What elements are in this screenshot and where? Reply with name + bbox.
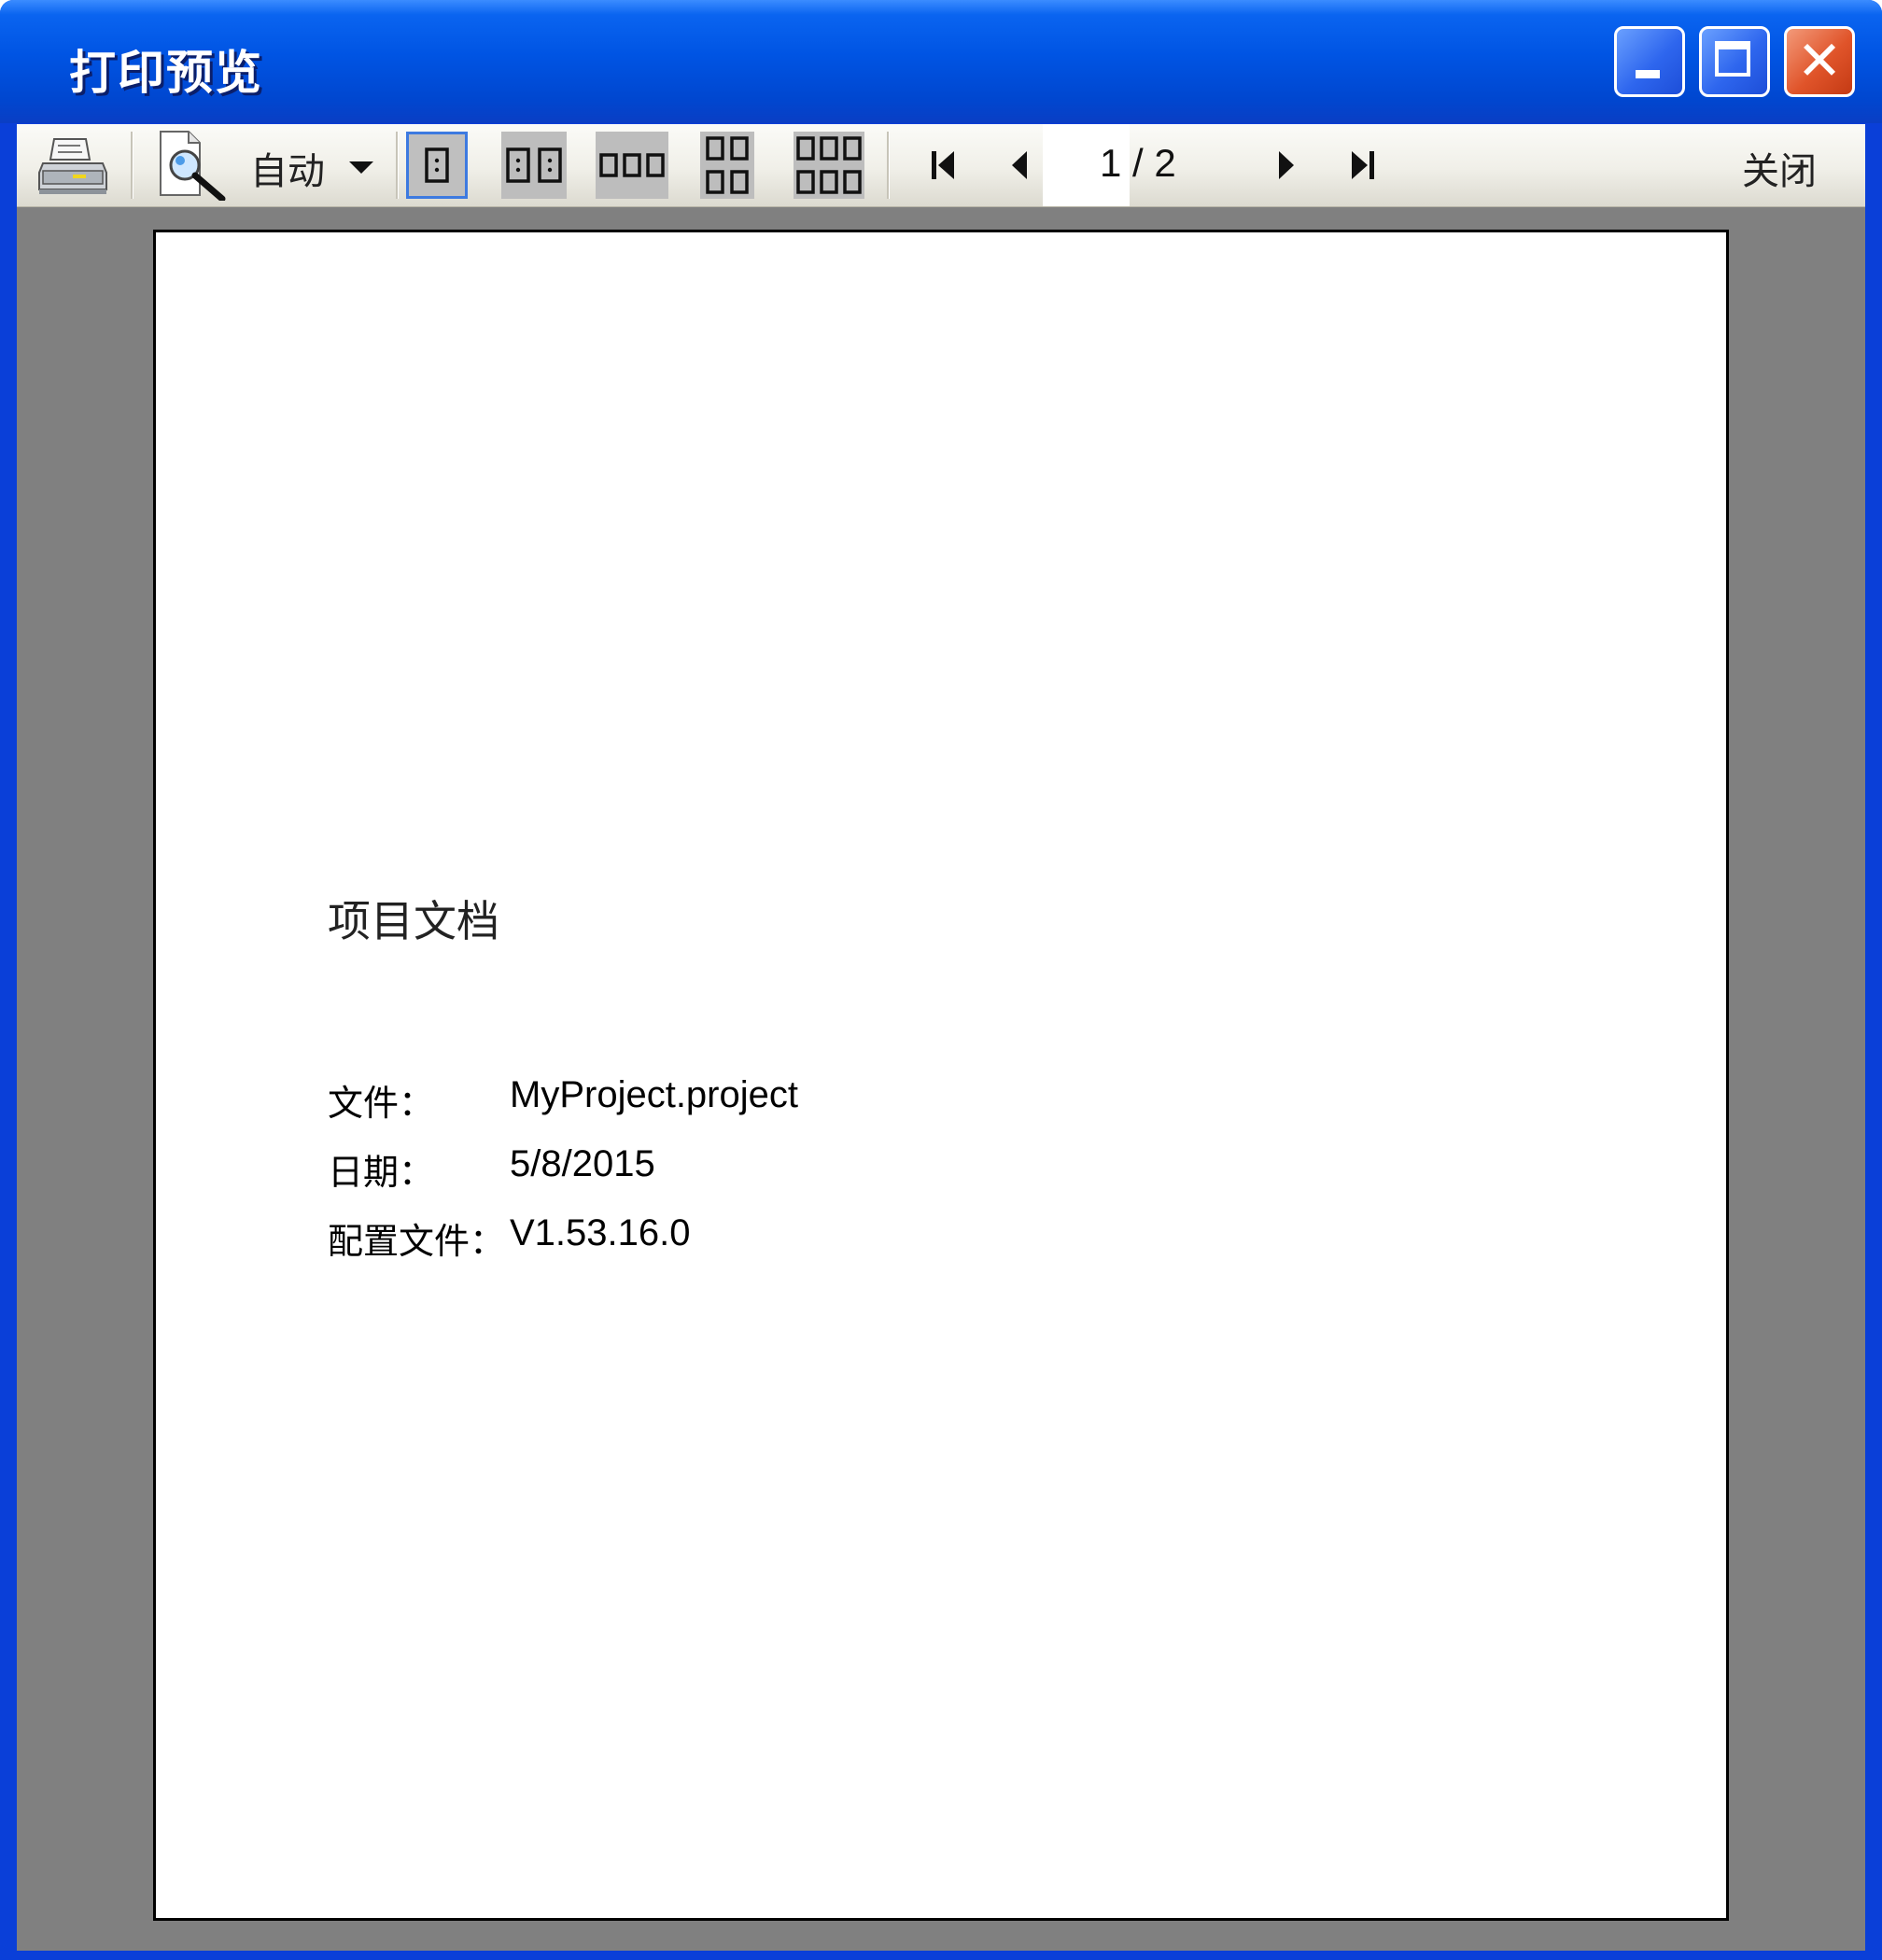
toolbar-separator [396,132,399,199]
toolbar-separator [131,132,133,199]
triangle-right-icon [1279,151,1294,179]
page-indicator: 1 / 2 [1100,141,1176,185]
zoom-level-label[interactable]: 自动 [250,141,325,195]
minimize-icon [1636,70,1660,78]
skip-to-start-icon [932,151,954,179]
one-page-view-button[interactable] [406,132,468,199]
preview-toolbar: 自动 1 / 2 关闭 [17,124,1865,207]
four-pages-icon [706,136,749,194]
next-page-button[interactable] [1260,139,1313,191]
six-page-view-button[interactable] [794,132,864,199]
first-page-button[interactable] [917,139,969,191]
document-title: 项目文档 [328,896,499,946]
previous-page-button[interactable] [993,139,1046,191]
skip-to-end-icon [1352,151,1374,179]
six-pages-icon [796,136,862,194]
three-page-view-button[interactable] [596,132,668,199]
file-label: 文件： [328,1083,435,1124]
last-page-button[interactable] [1337,139,1389,191]
four-page-view-button[interactable] [700,132,754,199]
printer-icon [38,138,107,194]
magnifier-page-icon [160,131,226,203]
three-pages-icon [599,153,665,177]
minimize-button[interactable] [1614,26,1685,97]
title-bar[interactable]: 打印预览 ✕ [0,0,1882,123]
two-pages-icon [506,147,562,183]
one-page-icon [425,147,449,183]
maximize-button[interactable] [1699,26,1770,97]
file-value: MyProject.project [510,1074,798,1115]
two-page-view-button[interactable] [501,132,567,199]
close-icon: ✕ [1796,29,1843,92]
preview-page: 项目文档 文件： MyProject.project 日期： 5/8/2015 … [153,230,1729,1921]
date-value: 5/8/2015 [510,1143,655,1184]
window-title: 打印预览 [69,46,263,100]
triangle-left-icon [1012,151,1027,179]
preview-area[interactable]: 项目文档 文件： MyProject.project 日期： 5/8/2015 … [17,207,1865,1951]
zoom-dropdown-arrow[interactable] [349,161,373,174]
profile-label: 配置文件： [328,1221,506,1262]
close-window-button[interactable]: ✕ [1784,26,1855,97]
close-preview-button[interactable]: 关闭 [1742,141,1817,195]
print-button[interactable] [37,135,108,197]
toolbar-separator [887,132,890,199]
zoom-button[interactable] [157,130,228,203]
print-preview-window: 打印预览 ✕ 自动 1 / 2 关闭 项目文档 文件： MyProject.pr… [0,0,1882,1960]
maximize-icon [1715,41,1750,77]
profile-value: V1.53.16.0 [510,1212,691,1253]
date-label: 日期： [328,1152,435,1193]
